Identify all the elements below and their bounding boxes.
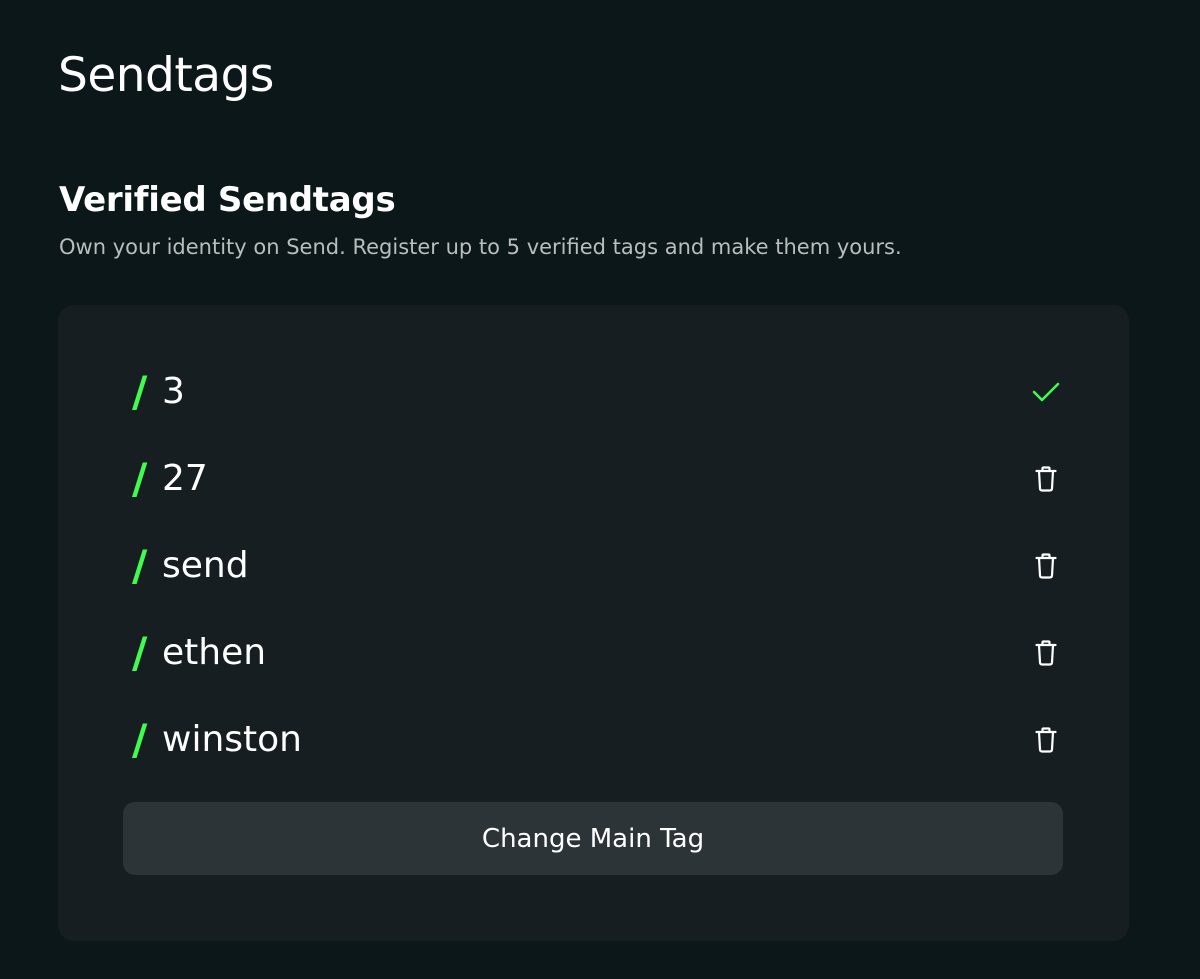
tag-row: / winston: [132, 710, 1066, 770]
delete-tag-button[interactable]: [1026, 720, 1066, 760]
sendtags-card: / 3 / 27 / send / ethen / winston Change…: [58, 305, 1129, 941]
trash-icon: [1035, 553, 1057, 579]
tag-row: / 3: [132, 362, 1066, 422]
tag-name: 27: [162, 458, 208, 499]
tag-name: winston: [162, 719, 302, 760]
delete-tag-button[interactable]: [1026, 633, 1066, 673]
tag-row: / send: [132, 536, 1066, 596]
tag-slash: /: [132, 541, 148, 590]
tag-slash: /: [132, 367, 148, 416]
tag-name: ethen: [162, 632, 267, 673]
change-main-tag-button[interactable]: Change Main Tag: [123, 802, 1063, 875]
section-title: Verified Sendtags: [59, 180, 396, 220]
main-tag-check-icon: [1026, 372, 1066, 412]
tag-slash: /: [132, 628, 148, 677]
page-title: Sendtags: [58, 48, 274, 103]
tag-row: / ethen: [132, 623, 1066, 683]
section-subtitle: Own your identity on Send. Register up t…: [59, 235, 902, 259]
delete-tag-button[interactable]: [1026, 459, 1066, 499]
trash-icon: [1035, 640, 1057, 666]
delete-tag-button[interactable]: [1026, 546, 1066, 586]
tag-slash: /: [132, 715, 148, 764]
tag-name: 3: [162, 371, 185, 412]
trash-icon: [1035, 727, 1057, 753]
trash-icon: [1035, 466, 1057, 492]
tag-slash: /: [132, 454, 148, 503]
tag-name: send: [162, 545, 249, 586]
tag-row: / 27: [132, 449, 1066, 509]
